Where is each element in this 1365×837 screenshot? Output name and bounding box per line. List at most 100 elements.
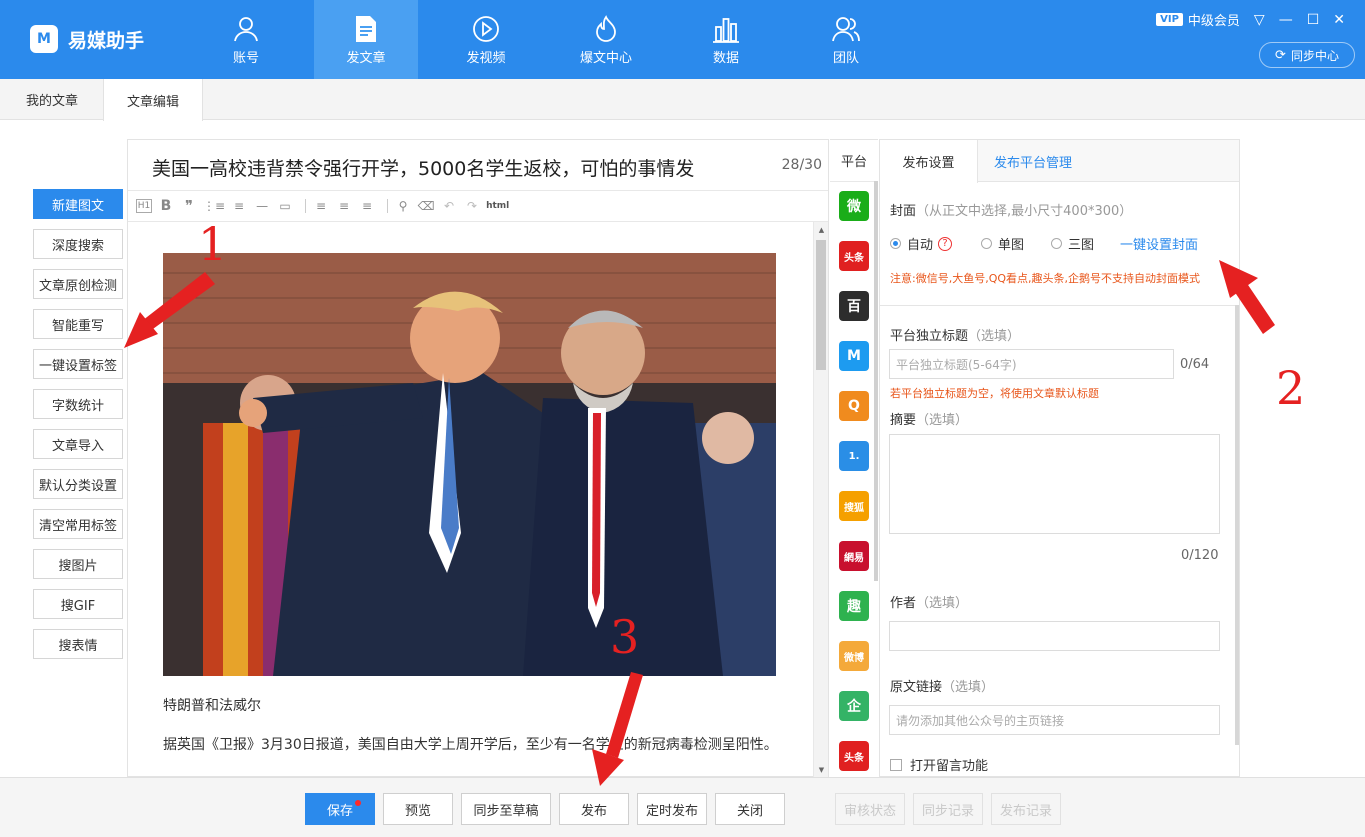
help-icon[interactable]: ? bbox=[938, 236, 953, 251]
summary-textarea[interactable] bbox=[889, 434, 1220, 534]
deep-search-button[interactable]: 深度搜索 bbox=[33, 229, 123, 259]
minimize-icon[interactable]: — bbox=[1279, 12, 1293, 28]
platform-baijiahao-icon[interactable]: 百 bbox=[839, 291, 869, 321]
platform-toutiao-2-icon[interactable]: 头条 bbox=[839, 741, 869, 771]
sync-draft-button[interactable]: 同步至草稿 bbox=[461, 793, 551, 825]
bottom-action-bar: 保存 预览 同步至草稿 发布 定时发布 关闭 审核状态 同步记录 发布记录 bbox=[0, 777, 1365, 837]
schedule-publish-button[interactable]: 定时发布 bbox=[637, 793, 707, 825]
summary-count: 0/120 bbox=[1181, 548, 1219, 563]
publish-button[interactable]: 发布 bbox=[559, 793, 629, 825]
menu-dropdown-icon[interactable]: ▽ bbox=[1254, 12, 1265, 28]
search-emoji-button[interactable]: 搜表情 bbox=[33, 629, 123, 659]
smart-rewrite-button[interactable]: 智能重写 bbox=[33, 309, 123, 339]
member-level[interactable]: 中级会员 bbox=[1188, 10, 1240, 29]
app-window: M 易媒助手 账号 发文章 发视频 爆文中心 数据 团队 VIP 中级会员 ▽ … bbox=[0, 0, 1365, 837]
independent-title-notice: 若平台独立标题为空，将使用文章默认标题 bbox=[890, 387, 1099, 400]
author-input[interactable] bbox=[889, 621, 1220, 651]
platform-scrollbar[interactable] bbox=[874, 181, 878, 581]
set-tags-button[interactable]: 一键设置标签 bbox=[33, 349, 123, 379]
nav-label: 账号 bbox=[232, 51, 259, 66]
platform-toutiao-icon[interactable]: 头条 bbox=[839, 241, 869, 271]
article-title-input[interactable]: 美国一高校违背禁令强行开学，5000名学生返校，可怕的事情发 bbox=[152, 154, 694, 181]
cover-single-radio[interactable]: 单图 bbox=[981, 234, 1024, 253]
undo-icon[interactable]: ↶ bbox=[440, 196, 458, 216]
enable-comments-checkbox[interactable]: 打开留言功能 bbox=[890, 755, 988, 774]
sync-center-button[interactable]: ⟳ 同步中心 bbox=[1259, 42, 1355, 68]
checkbox-icon bbox=[890, 758, 902, 771]
platform-dayu-icon[interactable]: M bbox=[839, 341, 869, 371]
heading-icon[interactable]: H1 bbox=[136, 199, 152, 213]
nav-data[interactable]: 数据 bbox=[674, 0, 778, 79]
unordered-list-icon[interactable]: ≡ bbox=[230, 196, 248, 216]
nav-label: 爆文中心 bbox=[579, 51, 632, 66]
html-source-icon[interactable]: html bbox=[486, 196, 509, 216]
cover-triple-radio[interactable]: 三图 bbox=[1051, 234, 1094, 253]
publish-log-button[interactable]: 发布记录 bbox=[991, 793, 1061, 825]
label-text: 原文链接 bbox=[890, 680, 943, 695]
nav-article[interactable]: 发文章 bbox=[314, 0, 418, 79]
clear-tags-button[interactable]: 清空常用标签 bbox=[33, 509, 123, 539]
cover-notice: 注意:微信号,大鱼号,QQ看点,趣头条,企鹅号不支持自动封面模式 bbox=[890, 272, 1201, 285]
ordered-list-icon[interactable]: ⋮≡ bbox=[203, 196, 225, 216]
nav-video[interactable]: 发视频 bbox=[434, 0, 538, 79]
platform-weibo-icon[interactable]: 微博 bbox=[839, 641, 869, 671]
maximize-icon[interactable]: ☐ bbox=[1307, 12, 1320, 28]
preview-button[interactable]: 预览 bbox=[383, 793, 453, 825]
settings-scrollbar[interactable] bbox=[1235, 305, 1239, 745]
insert-image-icon[interactable]: ▭ bbox=[276, 196, 294, 216]
source-link-label: 原文链接（选填） bbox=[890, 676, 994, 695]
align-left-icon[interactable]: ≡ bbox=[312, 196, 330, 216]
review-status-button[interactable]: 审核状态 bbox=[835, 793, 905, 825]
tab-platform-management[interactable]: 发布平台管理 bbox=[978, 140, 1088, 182]
align-center-icon[interactable]: ≡ bbox=[335, 196, 353, 216]
tab-article-edit[interactable]: 文章编辑 bbox=[103, 79, 203, 121]
independent-title-input[interactable]: 平台独立标题(5-64字) bbox=[889, 349, 1174, 379]
word-count-button[interactable]: 字数统计 bbox=[33, 389, 123, 419]
close-icon[interactable]: ✕ bbox=[1333, 12, 1345, 28]
search-gif-button[interactable]: 搜GIF bbox=[33, 589, 123, 619]
source-link-input[interactable]: 请勿添加其他公众号的主页链接 bbox=[889, 705, 1220, 735]
platform-yidian-icon[interactable]: 1. bbox=[839, 441, 869, 471]
platform-qq-kandian-icon[interactable]: Q bbox=[839, 391, 869, 421]
platform-wechat-icon[interactable]: 微 bbox=[839, 191, 869, 221]
user-icon bbox=[232, 13, 260, 45]
nav-account[interactable]: 账号 bbox=[194, 0, 298, 79]
optional-hint: （选填） bbox=[916, 413, 969, 428]
default-category-button[interactable]: 默认分类设置 bbox=[33, 469, 123, 499]
bold-icon[interactable]: B bbox=[157, 196, 175, 216]
tab-my-articles[interactable]: 我的文章 bbox=[0, 79, 104, 120]
cover-auto-radio[interactable]: 自动 ? bbox=[890, 234, 953, 253]
logo-icon: M bbox=[30, 25, 58, 53]
platform-sohu-icon[interactable]: 搜狐 bbox=[839, 491, 869, 521]
editor-content[interactable]: 特朗普和法威尔 据英国《卫报》3月30日报道，美国自由大学上周开学后，至少有一名… bbox=[128, 222, 812, 777]
sync-log-button[interactable]: 同步记录 bbox=[913, 793, 983, 825]
align-right-icon[interactable]: ≡ bbox=[358, 196, 376, 216]
checkbox-label: 打开留言功能 bbox=[910, 759, 989, 774]
photo-caption[interactable]: 特朗普和法威尔 bbox=[163, 695, 261, 715]
close-button[interactable]: 关闭 bbox=[715, 793, 785, 825]
editor-scrollbar[interactable]: ▲ ▼ bbox=[813, 222, 828, 777]
tab-publish-settings[interactable]: 发布设置 bbox=[880, 140, 978, 183]
platform-qiehao-icon[interactable]: 企 bbox=[839, 691, 869, 721]
nav-team[interactable]: 团队 bbox=[794, 0, 898, 79]
save-button[interactable]: 保存 bbox=[305, 793, 375, 825]
new-article-button[interactable]: 新建图文 bbox=[33, 189, 123, 219]
scroll-down-icon[interactable]: ▼ bbox=[814, 762, 829, 777]
search-images-button[interactable]: 搜图片 bbox=[33, 549, 123, 579]
scroll-up-icon[interactable]: ▲ bbox=[814, 222, 829, 237]
eraser-icon[interactable]: ⌫ bbox=[417, 196, 435, 216]
redo-icon[interactable]: ↷ bbox=[463, 196, 481, 216]
nav-hot-articles[interactable]: 爆文中心 bbox=[554, 0, 658, 79]
quote-icon[interactable]: ❞ bbox=[180, 196, 198, 216]
originality-check-button[interactable]: 文章原创检测 bbox=[33, 269, 123, 299]
platform-qutoutiao-icon[interactable]: 趣 bbox=[839, 591, 869, 621]
article-photo[interactable] bbox=[163, 253, 776, 676]
article-paragraph[interactable]: 据英国《卫报》3月30日报道，美国自由大学上周开学后，至少有一名学生的新冠病毒检… bbox=[163, 734, 783, 757]
platform-netease-icon[interactable]: 網易 bbox=[839, 541, 869, 571]
import-article-button[interactable]: 文章导入 bbox=[33, 429, 123, 459]
horizontal-rule-icon[interactable]: — bbox=[253, 196, 271, 216]
find-icon[interactable]: ⚲ bbox=[394, 196, 412, 216]
radio-label: 三图 bbox=[1068, 238, 1095, 253]
scroll-thumb[interactable] bbox=[816, 240, 826, 370]
one-click-cover-link[interactable]: 一键设置封面 bbox=[1120, 234, 1198, 253]
